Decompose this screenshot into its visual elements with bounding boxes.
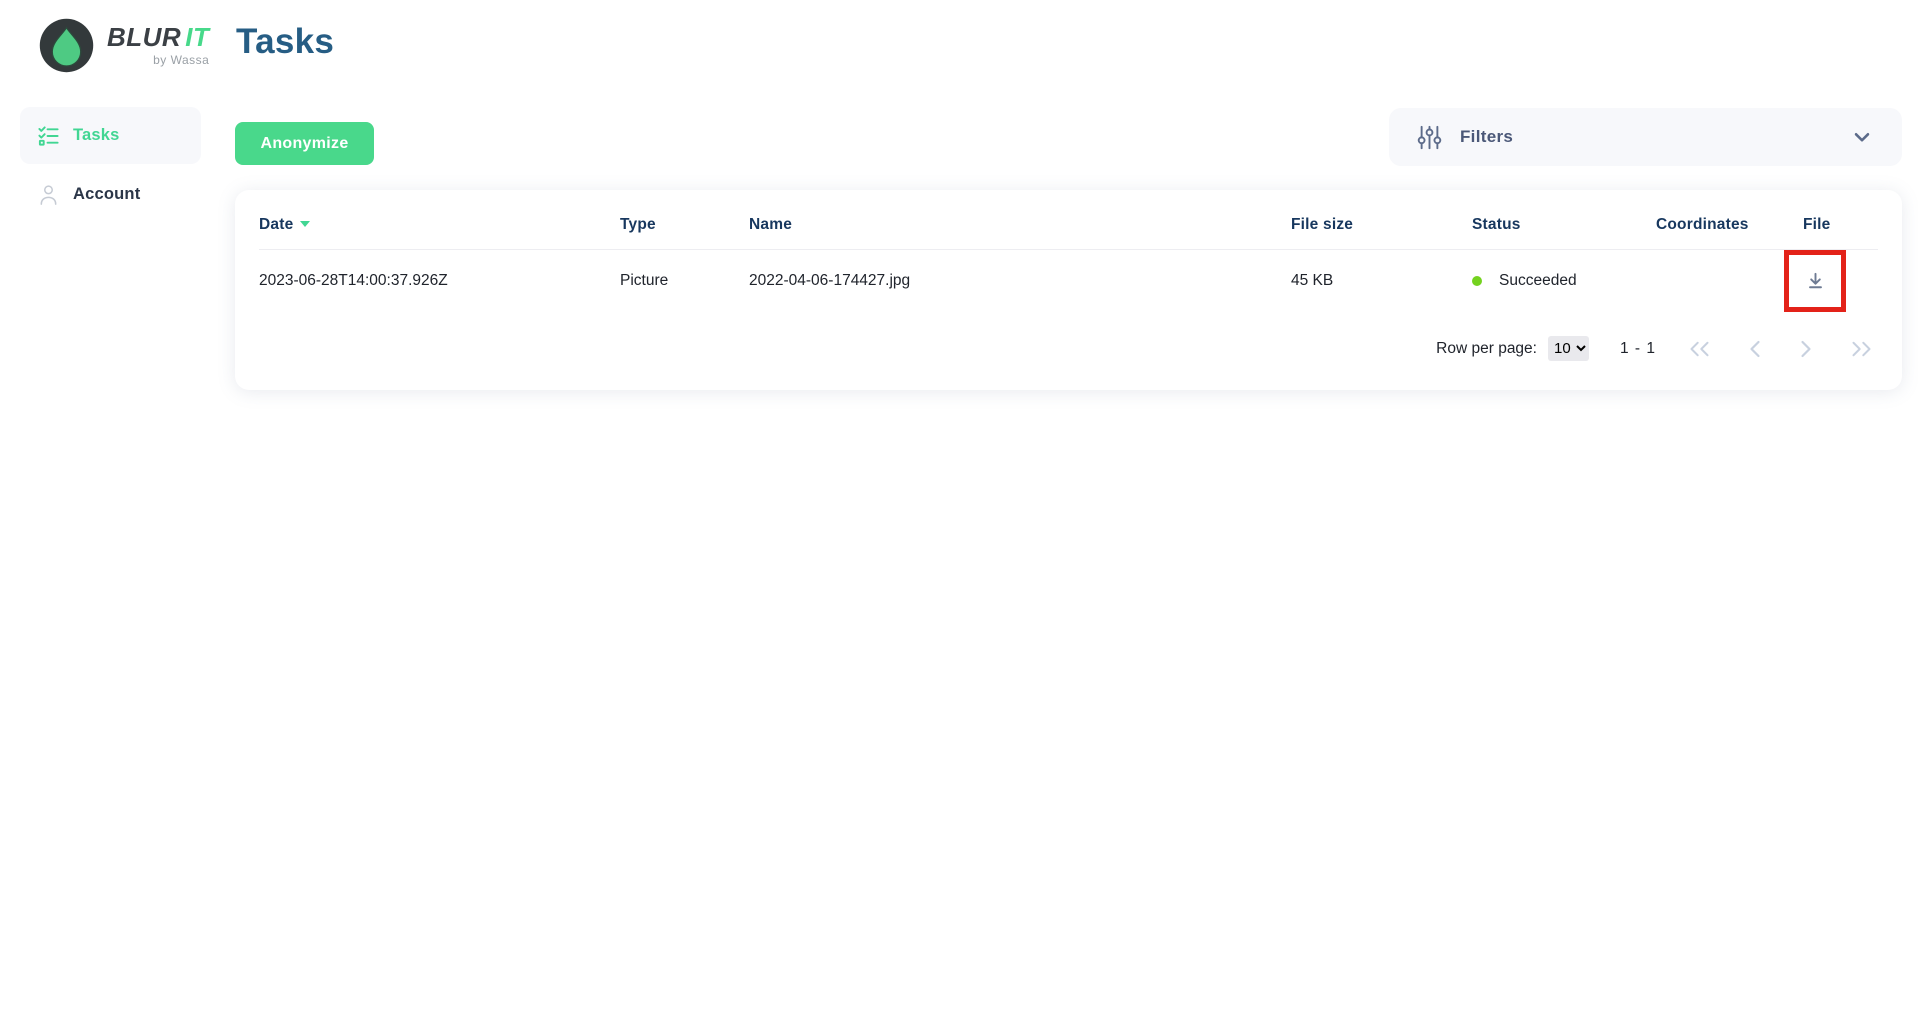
toolbar: Anonymize Filters — [235, 105, 1902, 166]
page-title: Tasks — [236, 22, 334, 62]
brand-secondary: IT — [185, 22, 209, 52]
cell-date: 2023-06-28T14:00:37.926Z — [259, 250, 620, 313]
sidebar: Tasks Account — [20, 107, 201, 218]
status-dot-icon — [1472, 276, 1482, 286]
column-header-file-size: File size — [1291, 190, 1472, 250]
chevron-down-icon[interactable] — [1849, 124, 1875, 150]
filters-expander[interactable]: Filters — [1389, 108, 1902, 166]
status-badge: Succeeded — [1499, 272, 1577, 290]
column-header-status: Status — [1472, 190, 1656, 250]
last-page-icon — [1849, 340, 1874, 358]
cell-type: Picture — [620, 250, 749, 313]
pagination-bar: Row per page: 10 1 - 1 — [259, 312, 1878, 385]
page-range-label: 1 - 1 — [1620, 340, 1656, 358]
brand-wordmark: BLURIT by Wassa — [107, 24, 209, 67]
filters-label: Filters — [1460, 127, 1513, 147]
sliders-icon — [1416, 124, 1443, 151]
main-content: Anonymize Filters — [235, 105, 1902, 390]
first-page-button[interactable] — [1683, 336, 1716, 362]
person-icon — [37, 183, 60, 206]
red-highlight-box — [1784, 250, 1846, 312]
cell-file — [1803, 250, 1878, 313]
download-file-button[interactable] — [1798, 264, 1833, 299]
table-header-row: Date Type Name File size Status Coordina… — [259, 190, 1878, 250]
download-icon — [1804, 270, 1827, 293]
sidebar-item-label: Tasks — [73, 126, 120, 145]
brand-primary: BLUR — [107, 22, 181, 52]
sidebar-item-tasks[interactable]: Tasks — [20, 107, 201, 164]
rows-per-page-label: Row per page: — [1436, 340, 1537, 358]
column-header-date[interactable]: Date — [259, 190, 620, 250]
brand-byline: by Wassa — [153, 53, 209, 67]
last-page-button[interactable] — [1845, 336, 1878, 362]
column-header-name: Name — [749, 190, 1291, 250]
tasks-table-card: Date Type Name File size Status Coordina… — [235, 190, 1902, 390]
app-page: BLURIT by Wassa Tasks Tasks Account Anon… — [0, 0, 1918, 1011]
prev-page-icon — [1747, 340, 1763, 358]
next-page-button[interactable] — [1794, 336, 1818, 362]
prev-page-button[interactable] — [1743, 336, 1767, 362]
tasks-table: Date Type Name File size Status Coordina… — [259, 190, 1878, 312]
checklist-icon — [37, 124, 60, 147]
next-page-icon — [1798, 340, 1814, 358]
rows-per-page-select[interactable]: 10 — [1548, 336, 1589, 361]
cell-name: 2022-04-06-174427.jpg — [749, 250, 1291, 313]
column-header-type: Type — [620, 190, 749, 250]
column-header-coordinates: Coordinates — [1656, 190, 1803, 250]
brand-logo[interactable]: BLURIT by Wassa — [38, 17, 209, 74]
sidebar-item-account[interactable]: Account — [20, 170, 201, 218]
sidebar-item-label: Account — [73, 185, 140, 204]
table-row: 2023-06-28T14:00:37.926Z Picture 2022-04… — [259, 250, 1878, 313]
anonymize-button[interactable]: Anonymize — [235, 122, 374, 165]
logo-drop-icon — [38, 17, 95, 74]
cell-status: Succeeded — [1472, 250, 1656, 313]
sort-desc-icon — [300, 221, 310, 227]
cell-coordinates — [1656, 250, 1803, 313]
column-header-file: File — [1803, 190, 1878, 250]
cell-file-size: 45 KB — [1291, 250, 1472, 313]
first-page-icon — [1687, 340, 1712, 358]
